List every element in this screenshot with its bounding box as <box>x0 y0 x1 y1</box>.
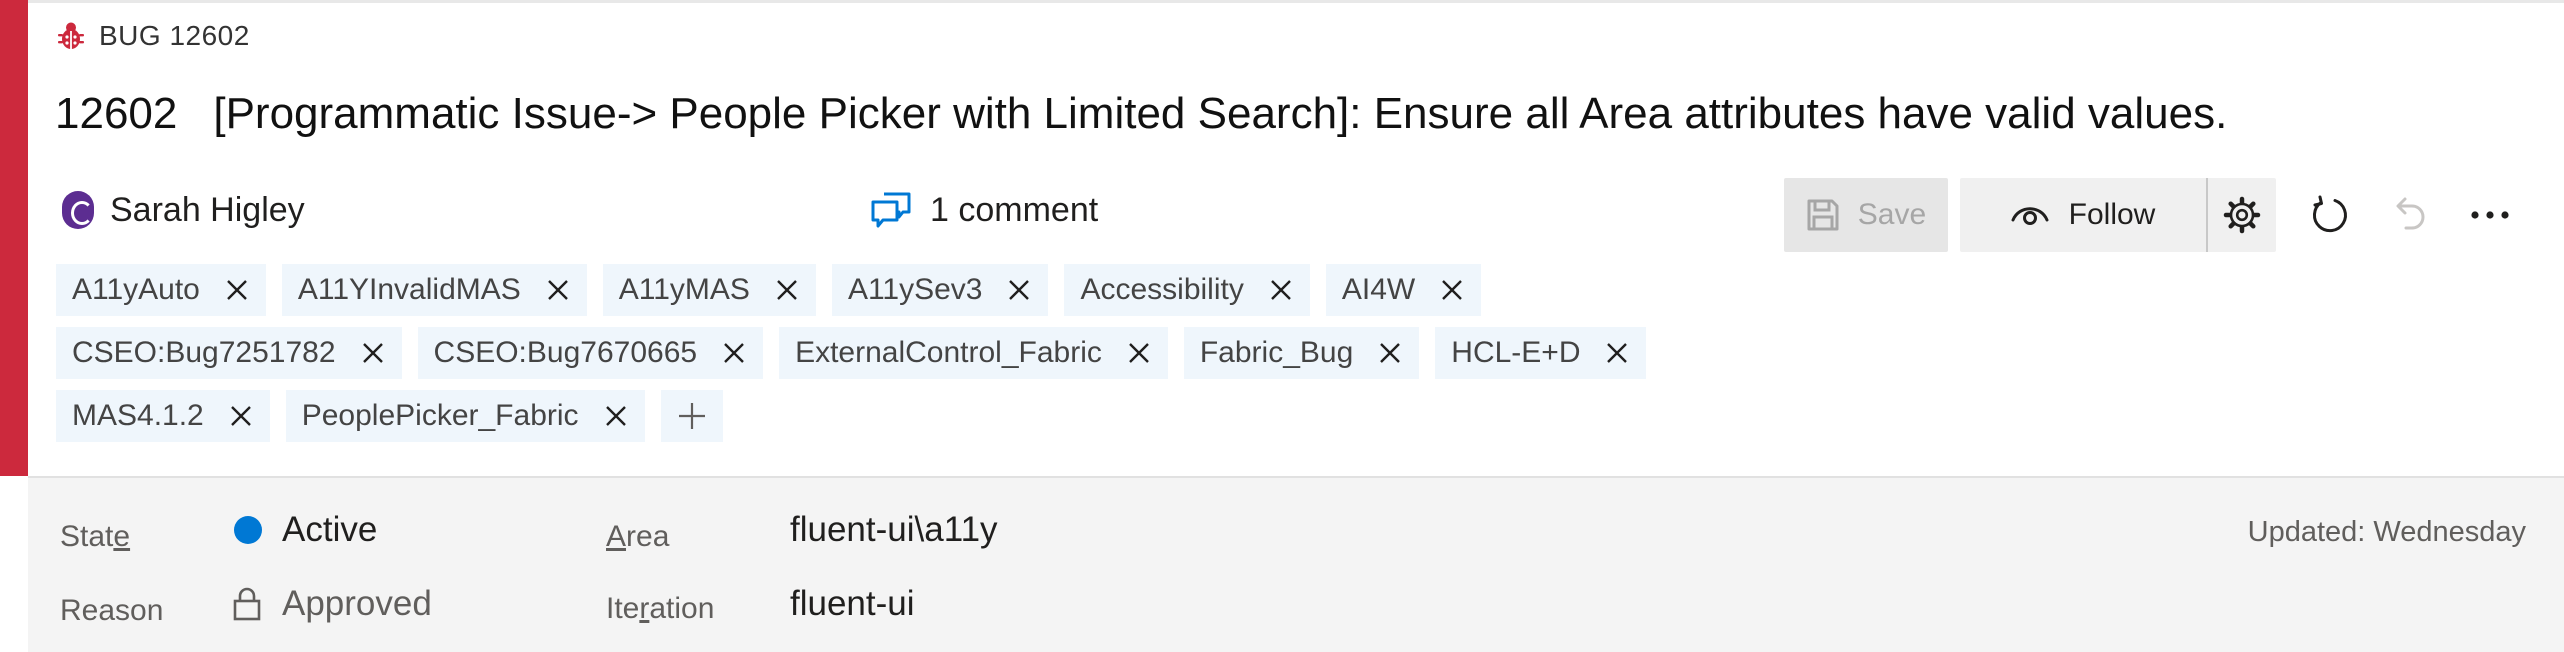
undo-button[interactable] <box>2370 178 2450 252</box>
close-icon[interactable] <box>1004 275 1034 305</box>
more-actions-button[interactable] <box>2450 178 2530 252</box>
reason-value: Approved <box>282 584 432 623</box>
assignee-name[interactable]: Sarah Higley <box>110 191 305 230</box>
refresh-button[interactable] <box>2290 178 2370 252</box>
reason-field[interactable]: Approved <box>232 584 432 624</box>
tag[interactable]: MAS4.1.2 <box>56 390 270 442</box>
tag-label: A11YInvalidMAS <box>297 273 521 306</box>
gear-icon <box>2223 196 2261 234</box>
tag[interactable]: A11YInvalidMAS <box>281 264 587 316</box>
close-icon[interactable] <box>1375 338 1405 368</box>
tag[interactable]: PeoplePicker_Fabric <box>285 390 645 442</box>
tag[interactable]: A11yAuto <box>56 264 266 316</box>
top-border <box>28 0 2564 3</box>
eye-icon <box>2011 207 2049 225</box>
work-item-title[interactable]: 12602 [Programmatic Issue-> People Picke… <box>55 86 2227 142</box>
tag[interactable]: AI4W <box>1325 264 1482 316</box>
iteration-value[interactable]: fluent-ui <box>790 584 915 624</box>
tag[interactable]: HCL-E+D <box>1435 327 1647 379</box>
tag-row: CSEO:Bug7251782 CSEO:Bug7670665 ExternalCo… <box>56 327 1647 379</box>
state-value[interactable]: Active <box>282 510 377 550</box>
save-button[interactable]: Save <box>1784 178 1948 252</box>
tag[interactable]: A11ySev3 <box>831 264 1049 316</box>
close-icon[interactable] <box>1437 275 1467 305</box>
state-field[interactable]: Active <box>234 510 377 550</box>
tag[interactable]: A11yMAS <box>602 264 816 316</box>
reason-label: Reason <box>60 594 164 627</box>
tag[interactable]: Fabric_Bug <box>1183 327 1420 379</box>
close-icon[interactable] <box>226 401 256 431</box>
tag-row: A11yAuto A11YInvalidMAS A11yMAS A11ySev3 Acc… <box>56 264 1616 316</box>
close-icon[interactable] <box>1266 275 1296 305</box>
work-item-type: BUG 12602 <box>57 18 250 54</box>
iteration-field[interactable]: fluent-ui <box>790 584 915 624</box>
bug-color-bar <box>0 0 28 476</box>
tag-label: A11yMAS <box>618 273 750 306</box>
area-field[interactable]: fluent-ui\a11y <box>790 510 998 550</box>
close-icon[interactable] <box>1124 338 1154 368</box>
close-icon[interactable] <box>601 401 631 431</box>
plus-icon <box>678 403 705 429</box>
tags-area: A11yAuto A11YInvalidMAS A11yMAS A11ySev3 Acc… <box>56 264 1647 453</box>
toolbar: Save Follow <box>1784 178 2530 252</box>
tag-label: A11ySev3 <box>847 273 983 306</box>
tag-row: MAS4.1.2 PeoplePicker_Fabric <box>56 390 1616 442</box>
comments-icon <box>871 192 911 228</box>
tag-label: Fabric_Bug <box>1199 336 1354 369</box>
tag[interactable]: CSEO:Bug7251782 <box>56 327 402 379</box>
fields-panel: State Active Reason Approved Area fluent… <box>28 476 2564 652</box>
close-icon[interactable] <box>772 275 802 305</box>
close-icon[interactable] <box>222 275 252 305</box>
tag-label: CSEO:Bug7670665 <box>433 336 698 369</box>
tag[interactable]: ExternalControl_Fabric <box>779 327 1168 379</box>
avatar <box>62 191 94 229</box>
tag-label: A11yAuto <box>72 273 200 306</box>
tag-label: Accessibility <box>1080 273 1244 306</box>
tag[interactable]: CSEO:Bug7670665 <box>417 327 764 379</box>
close-icon[interactable] <box>1602 338 1632 368</box>
iteration-label: Iteration <box>606 592 715 625</box>
tag-label: MAS4.1.2 <box>72 399 204 432</box>
tag-label: ExternalControl_Fabric <box>795 336 1102 369</box>
state-label: State <box>60 520 131 553</box>
work-item-form: BUG 12602 12602 [Programmatic Issue-> Pe… <box>0 0 2564 652</box>
assigned-to[interactable]: Sarah Higley <box>62 186 305 234</box>
bug-icon <box>58 22 84 49</box>
area-label: Area <box>606 520 670 553</box>
follow-button[interactable]: Follow <box>1960 178 2206 252</box>
save-icon <box>1807 199 1839 231</box>
undo-icon <box>2396 197 2425 230</box>
state-indicator <box>234 516 262 544</box>
tag-label: PeoplePicker_Fabric <box>301 399 579 432</box>
area-value[interactable]: fluent-ui\a11y <box>790 510 998 550</box>
tag-label: CSEO:Bug7251782 <box>72 336 336 369</box>
close-icon[interactable] <box>543 275 573 305</box>
refresh-icon <box>2312 195 2347 233</box>
comments-link[interactable]: 1 comment <box>870 186 1098 234</box>
tag-label: AI4W <box>1341 273 1416 306</box>
comments-count[interactable]: 1 comment <box>930 191 1098 230</box>
follow-label: Follow <box>2068 198 2156 231</box>
more-icon <box>2471 211 2509 219</box>
add-tag-button[interactable] <box>660 390 723 442</box>
tag-label: HCL-E+D <box>1451 336 1581 369</box>
settings-button[interactable] <box>2206 178 2276 252</box>
close-icon[interactable] <box>719 338 749 368</box>
work-item-id: 12602 <box>55 89 178 138</box>
lock-icon <box>233 587 261 621</box>
work-item-type-label: BUG 12602 <box>99 20 250 51</box>
updated-timestamp[interactable]: Updated: Wednesday <box>2248 516 2526 549</box>
tag[interactable]: Accessibility <box>1064 264 1310 316</box>
save-label: Save <box>1857 198 1927 231</box>
work-item-title-text[interactable]: [Programmatic Issue-> People Picker with… <box>213 89 2227 139</box>
close-icon[interactable] <box>358 338 388 368</box>
